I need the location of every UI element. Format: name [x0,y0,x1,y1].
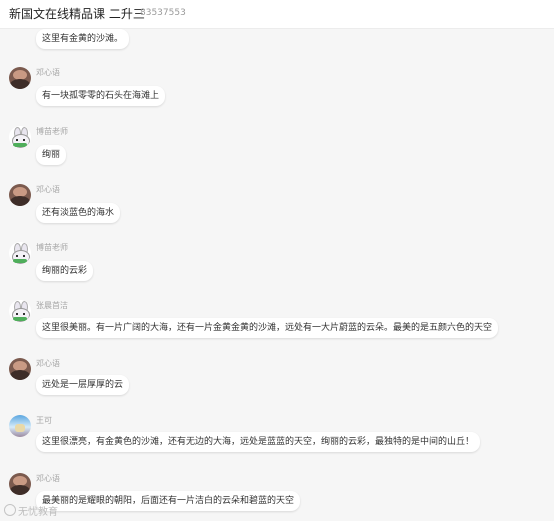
user-avatar[interactable] [9,184,31,206]
course-title: 新国文在线精品课 二升三 [9,7,145,21]
rabbit-avatar-icon[interactable] [9,300,31,322]
user-avatar[interactable] [9,67,31,89]
rabbit-avatar-icon[interactable] [9,126,31,148]
watermark: 无忧教育 [4,503,58,518]
message-bubble: 这里很漂亮，有金黄色的沙滩，还有无边的大海，远处是蓝蓝的天空，绚丽的云彩，最独特… [36,432,481,452]
user-avatar[interactable] [9,415,31,437]
message-bubble: 有一块孤零零的石头在海滩上 [36,86,166,106]
user-avatar[interactable] [9,358,31,380]
sender-name: 博苗老师 [36,127,68,136]
chat-message-list[interactable]: 这里有金黄的沙滩。 邓心语 有一块孤零零的石头在海滩上 博苗老师 绚丽 邓心语 … [0,28,554,521]
message-bubble: 这里很美丽。有一片广阔的大海，还有一片金黄金黄的沙滩，远处有一大片蔚蓝的云朵。最… [36,318,499,338]
sender-name: 邓心语 [36,359,60,368]
message-bubble: 这里有金黄的沙滩。 [36,29,130,49]
room-id: 83537553 [140,8,186,18]
message-bubble: 还有淡蓝色的海水 [36,203,121,223]
sender-name: 邓心语 [36,185,60,194]
sender-name: 邓心语 [36,68,60,77]
message-bubble: 最美丽的是耀眼的朝阳，后面还有一片洁白的云朵和碧蓝的天空 [36,491,301,511]
chat-header: 新国文在线精品课 二升三 83537553 [0,0,554,29]
message-bubble: 远处是一层厚厚的云 [36,375,130,395]
sender-name: 王可 [36,416,52,425]
watermark-logo-icon [4,504,16,516]
user-avatar[interactable] [9,473,31,495]
sender-name: 张晨首洁 [36,301,68,310]
message-bubble: 绚丽的云彩 [36,261,94,281]
sender-name: 邓心语 [36,474,60,483]
message-bubble: 绚丽 [36,145,67,165]
watermark-text: 无忧教育 [18,507,58,518]
rabbit-avatar-icon[interactable] [9,242,31,264]
sender-name: 博苗老师 [36,243,68,252]
